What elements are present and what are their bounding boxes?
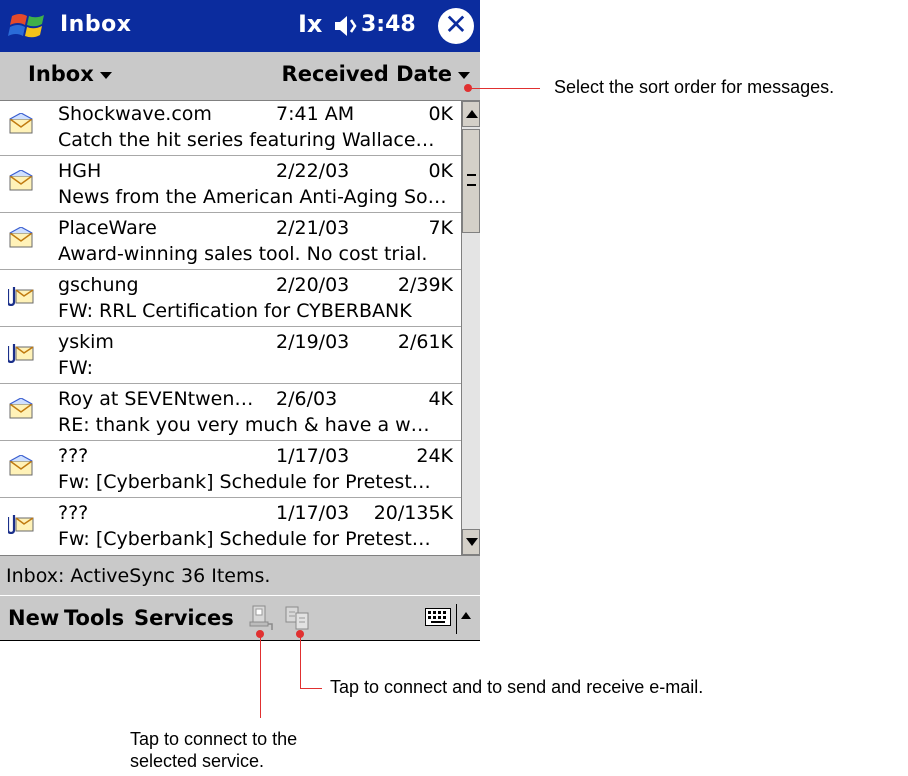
message-size: 0K xyxy=(428,103,453,125)
message-sender: ??? xyxy=(58,502,89,524)
arrow-up-icon xyxy=(466,110,478,118)
list-item[interactable]: ??? 1/17/03 20/135K Fw: [Cyberbank] Sche… xyxy=(0,500,461,555)
send-receive-icon[interactable] xyxy=(283,604,311,632)
title-bar: Inbox Ix 3:48 ✕ xyxy=(0,0,480,52)
callout-line xyxy=(300,688,322,689)
message-date: 2/21/03 xyxy=(276,217,350,239)
message-size: 20/135K xyxy=(373,502,453,524)
clock[interactable]: 3:48 xyxy=(361,12,416,37)
message-size: 0K xyxy=(428,160,453,182)
message-subject: FW: RRL Certification for CYBERBANK xyxy=(58,300,412,322)
sort-dropdown-label: Received Date xyxy=(281,62,452,86)
scroll-down-button[interactable] xyxy=(462,529,480,555)
message-sender: HGH xyxy=(58,160,102,182)
divider xyxy=(456,604,457,634)
speaker-icon[interactable] xyxy=(333,14,359,38)
callout-line xyxy=(468,88,540,89)
message-date: 2/22/03 xyxy=(276,160,350,182)
envelope-icon xyxy=(9,398,33,419)
message-sender: ??? xyxy=(58,445,89,467)
callout-connect: Tap to connect to the selected service. xyxy=(130,729,298,771)
list-header: Inbox Received Date xyxy=(0,52,480,101)
menu-new[interactable]: New xyxy=(8,606,59,630)
menu-tools[interactable]: Tools xyxy=(64,606,124,630)
menu-services[interactable]: Services xyxy=(134,606,234,630)
chevron-down-icon xyxy=(99,71,112,79)
attachment-envelope-icon xyxy=(8,344,34,363)
command-bar: New Tools Services xyxy=(0,595,480,640)
sort-order-dropdown[interactable]: Received Date xyxy=(282,62,470,86)
message-sender: gschung xyxy=(58,274,139,296)
message-subject: Award-winning sales tool. No cost trial. xyxy=(58,243,428,265)
arrow-down-icon xyxy=(466,538,478,546)
callout-send-receive: Tap to connect and to send and receive e… xyxy=(330,677,704,697)
list-item[interactable]: PlaceWare 2/21/03 7K Award-winning sales… xyxy=(0,215,461,270)
message-date: 2/6/03 xyxy=(276,388,338,410)
envelope-icon xyxy=(9,227,33,248)
envelope-icon xyxy=(9,455,33,476)
connectivity-icon[interactable]: Ix xyxy=(298,10,322,38)
list-item[interactable]: gschung 2/20/03 2/39K FW: RRL Certificat… xyxy=(0,272,461,327)
message-size: 7K xyxy=(428,217,453,239)
app-title: Inbox xyxy=(60,12,132,37)
message-sender: PlaceWare xyxy=(58,217,157,239)
attachment-envelope-icon xyxy=(8,287,34,306)
list-item[interactable]: Roy at SEVENtwen… 2/6/03 4K RE: thank yo… xyxy=(0,386,461,441)
envelope-icon xyxy=(9,170,33,191)
message-subject: News from the American Anti-Aging So… xyxy=(58,186,447,208)
list-item[interactable]: HGH 2/22/03 0K News from the American An… xyxy=(0,158,461,213)
callout-sort-order: Select the sort order for messages. xyxy=(554,77,835,97)
list-item[interactable]: Shockwave.com 7:41 AM 0K Catch the hit s… xyxy=(0,101,461,156)
message-subject: Fw: [Cyberbank] Schedule for Pretest… xyxy=(58,471,431,493)
message-date: 2/20/03 xyxy=(276,274,350,296)
message-subject: RE: thank you very much & have a w… xyxy=(58,414,430,436)
scroll-up-button[interactable] xyxy=(462,101,480,127)
message-sender: Roy at SEVENtwen… xyxy=(58,388,254,410)
message-size: 24K xyxy=(416,445,453,467)
message-size: 4K xyxy=(428,388,453,410)
message-date: 2/19/03 xyxy=(276,331,350,353)
message-sender: Shockwave.com xyxy=(58,103,212,125)
message-date: 7:41 AM xyxy=(276,103,355,125)
input-panel-arrow-icon[interactable] xyxy=(461,612,471,619)
message-date: 1/17/03 xyxy=(276,502,350,524)
message-sender: yskim xyxy=(58,331,114,353)
pocketpc-screen: Inbox Ix 3:48 ✕ Inbox Received Date Shoc… xyxy=(0,0,480,641)
keyboard-icon[interactable] xyxy=(425,608,451,626)
message-subject: Fw: [Cyberbank] Schedule for Pretest… xyxy=(58,528,431,550)
attachment-envelope-icon xyxy=(8,515,34,534)
envelope-icon xyxy=(9,113,33,134)
windows-start-icon[interactable] xyxy=(8,8,50,44)
list-item[interactable]: yskim 2/19/03 2/61K FW: xyxy=(0,329,461,384)
message-date: 1/17/03 xyxy=(276,445,350,467)
grip-icon xyxy=(467,174,476,186)
message-subject: Catch the hit series featuring Wallace… xyxy=(58,129,435,151)
folder-dropdown[interactable]: Inbox xyxy=(28,62,112,86)
status-bar: Inbox: ActiveSync 36 Items. xyxy=(0,555,480,595)
connect-icon[interactable] xyxy=(246,604,274,632)
message-size: 2/39K xyxy=(397,274,453,296)
message-subject: FW: xyxy=(58,357,94,379)
message-size: 2/61K xyxy=(397,331,453,353)
vertical-scrollbar[interactable] xyxy=(461,101,480,555)
chevron-down-icon xyxy=(458,71,470,79)
callout-line xyxy=(300,634,301,688)
status-text: Inbox: ActiveSync 36 Items. xyxy=(6,565,271,587)
message-list: Shockwave.com 7:41 AM 0K Catch the hit s… xyxy=(0,101,461,555)
close-button[interactable]: ✕ xyxy=(438,8,474,44)
folder-dropdown-label: Inbox xyxy=(28,62,94,86)
scroll-thumb[interactable] xyxy=(462,129,480,233)
list-item[interactable]: ??? 1/17/03 24K Fw: [Cyberbank] Schedule… xyxy=(0,443,461,498)
callout-line xyxy=(260,634,261,718)
